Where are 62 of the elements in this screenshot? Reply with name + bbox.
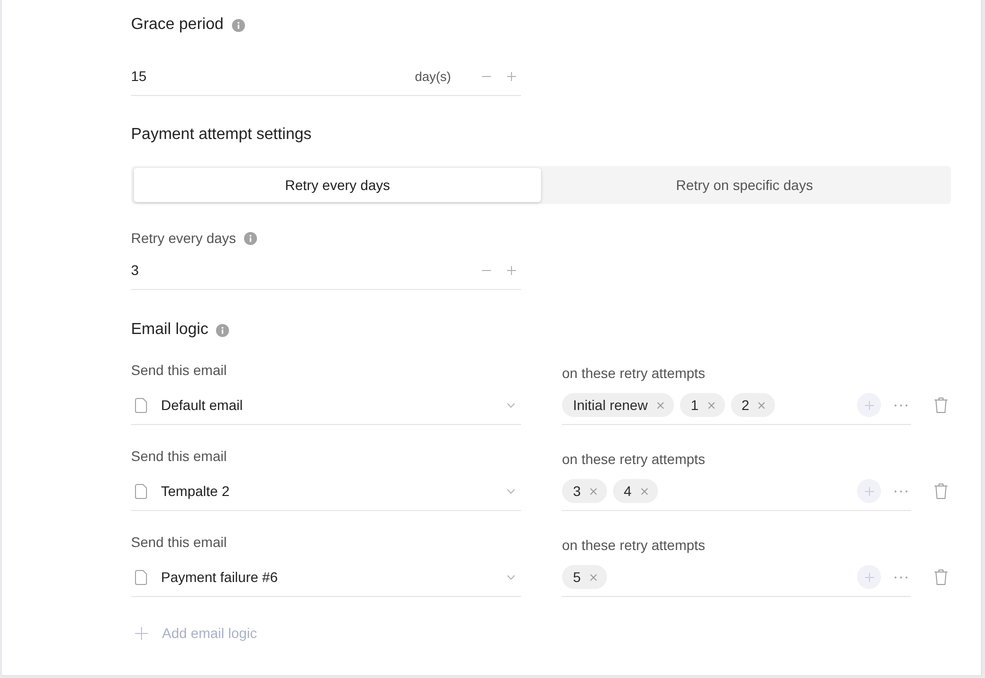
more-icon xyxy=(894,490,908,492)
add-attempt-button[interactable] xyxy=(857,393,881,417)
email-select[interactable]: Tempalte 2 xyxy=(131,472,521,511)
mode-tab[interactable]: Retry every days xyxy=(134,168,541,202)
trash-icon xyxy=(934,569,948,585)
close-icon[interactable] xyxy=(656,402,664,408)
field-label: Send this email xyxy=(131,533,227,551)
trash-icon xyxy=(934,483,948,499)
more-icon xyxy=(894,404,908,406)
field-label: on these retry attempts xyxy=(562,450,706,468)
close-icon[interactable] xyxy=(640,488,648,494)
field-label: on these retry attempts xyxy=(562,364,706,382)
attempts-field[interactable]: 3 4 xyxy=(562,472,911,511)
info-icon[interactable] xyxy=(232,18,244,32)
attempts-field[interactable]: 5 xyxy=(562,558,911,597)
info-icon[interactable] xyxy=(216,324,230,336)
close-icon[interactable] xyxy=(758,402,766,408)
field-label: on these retry attempts xyxy=(562,536,706,554)
chip-label: Initial renew xyxy=(573,397,648,413)
document-icon xyxy=(135,570,147,584)
plus-icon xyxy=(135,626,148,640)
plus-icon xyxy=(864,486,874,496)
chip-label: 1 xyxy=(690,397,698,413)
chevron-down-icon xyxy=(507,574,515,580)
more-icon xyxy=(894,576,908,578)
plus-icon xyxy=(506,266,516,274)
section-title: Email logic xyxy=(131,321,208,339)
number-input[interactable]: 15 xyxy=(131,68,415,84)
mode-tab[interactable]: Retry on specific days xyxy=(541,168,948,202)
close-icon[interactable] xyxy=(708,402,714,408)
plus-icon xyxy=(506,72,516,80)
info-icon[interactable] xyxy=(244,232,258,244)
delete-button[interactable] xyxy=(934,569,948,585)
section-title: Grace period xyxy=(131,16,224,34)
chevron-down-icon xyxy=(507,402,515,408)
increment-button[interactable] xyxy=(506,71,516,81)
increment-button[interactable] xyxy=(506,265,516,275)
document-icon xyxy=(135,398,147,412)
delete-button[interactable] xyxy=(934,483,948,499)
chip-label: 5 xyxy=(573,569,581,585)
field-label: Retry every days xyxy=(131,230,236,246)
trash-icon xyxy=(934,397,948,413)
section-title: Payment attempt settings xyxy=(131,126,312,144)
field-label: Send this email xyxy=(131,447,227,465)
plus-icon xyxy=(864,572,874,582)
unit-label: day(s) xyxy=(414,68,451,84)
email-select[interactable]: Payment failure #6 xyxy=(131,558,521,597)
add-attempt-button[interactable] xyxy=(857,565,881,589)
close-icon[interactable] xyxy=(590,574,597,580)
email-select[interactable]: Default email xyxy=(131,386,521,425)
delete-button[interactable] xyxy=(934,397,948,413)
number-input[interactable]: 3 xyxy=(131,262,481,278)
chip-label: 2 xyxy=(742,397,750,413)
field-label: Send this email xyxy=(131,361,227,379)
chevron-down-icon xyxy=(507,488,515,494)
chip-label: 4 xyxy=(624,483,632,499)
attempts-field[interactable]: Initial renew 1 2 xyxy=(562,386,911,425)
close-icon[interactable] xyxy=(590,488,597,494)
chip-label: 3 xyxy=(573,483,581,499)
document-icon xyxy=(135,484,147,498)
add-attempt-button[interactable] xyxy=(857,479,881,503)
plus-icon xyxy=(864,400,874,410)
